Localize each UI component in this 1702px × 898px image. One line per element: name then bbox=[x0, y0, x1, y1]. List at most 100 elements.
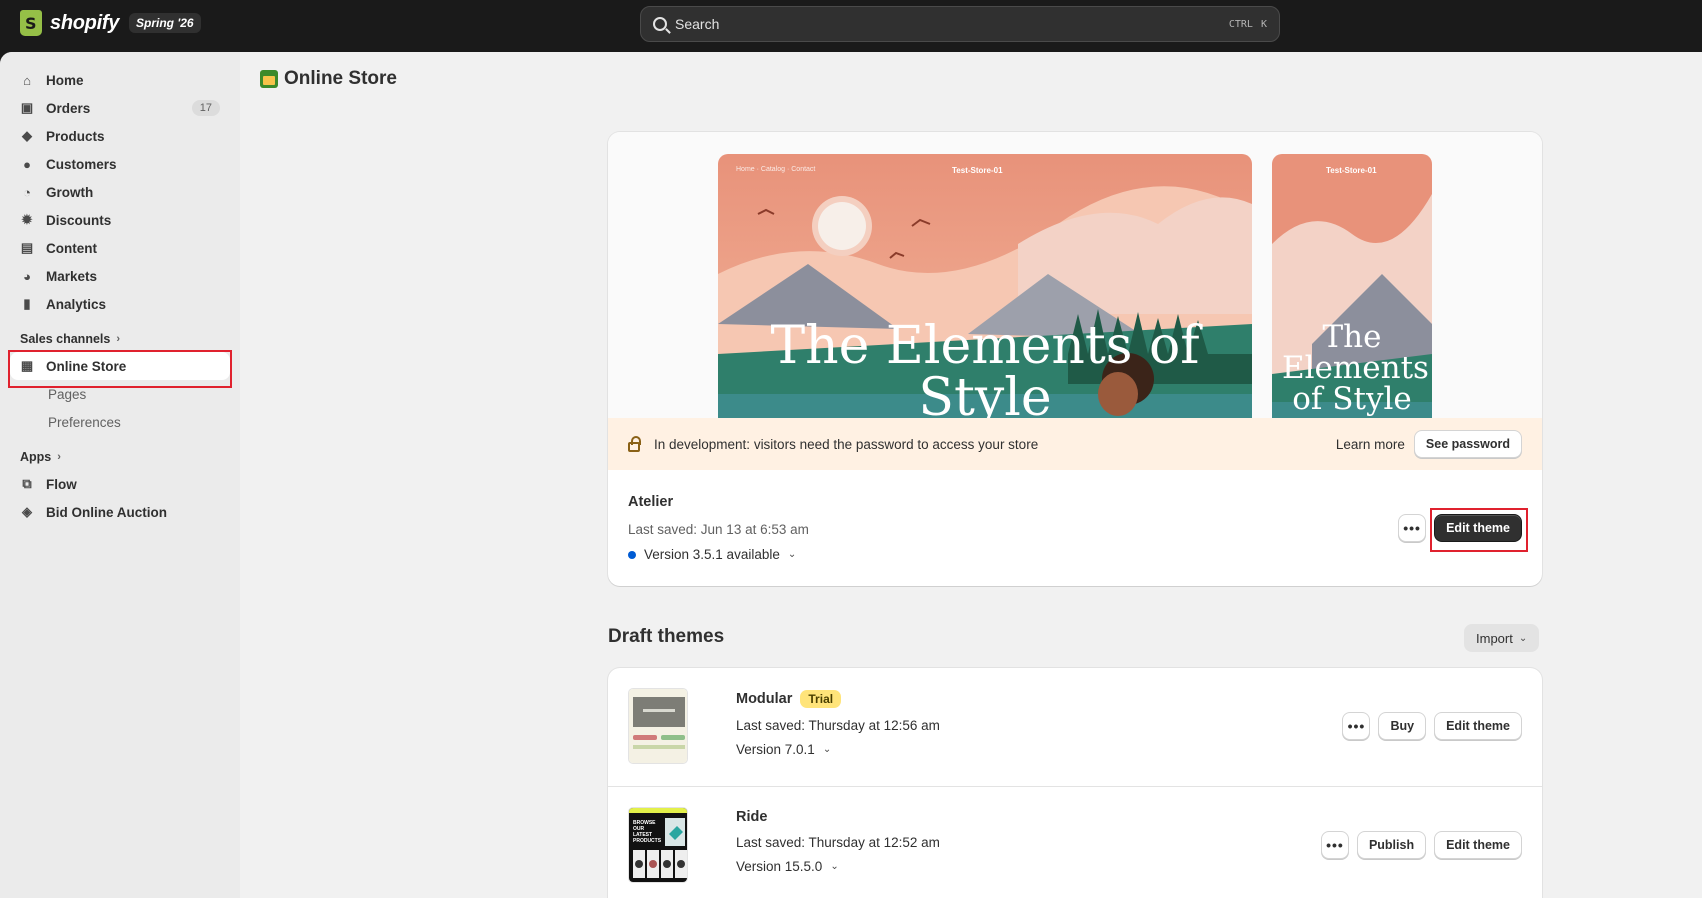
chevron-right-icon: › bbox=[116, 333, 120, 345]
sidebar-item-products[interactable]: ◆ Products bbox=[10, 122, 230, 150]
more-actions-button[interactable]: ••• bbox=[1398, 514, 1427, 542]
chevron-down-icon: ⌄ bbox=[822, 744, 832, 755]
globe-icon: ◕ bbox=[23, 268, 31, 284]
theme-name: Atelier bbox=[628, 494, 674, 510]
sales-channels-heading[interactable]: Sales channels › bbox=[10, 326, 230, 352]
shopify-bag-icon bbox=[20, 10, 42, 36]
sidebar-item-label: Online Store bbox=[46, 358, 127, 374]
version-label: Version 7.0.1 bbox=[736, 742, 815, 757]
home-icon: ⌂ bbox=[23, 72, 31, 88]
tag-icon: ◆ bbox=[22, 128, 32, 143]
sales-channels-label: Sales channels bbox=[20, 332, 111, 346]
theme-preview[interactable]: Home · Catalog · Contact Test-Store-01 T… bbox=[608, 132, 1542, 418]
chart-bar-icon: ▮ bbox=[23, 296, 31, 311]
theme-name: Modular bbox=[736, 691, 793, 707]
live-theme-info: Atelier Last saved: Jun 13 at 6:53 am Ve… bbox=[628, 494, 809, 562]
image-icon: ▤ bbox=[20, 240, 34, 255]
discount-icon: ✹ bbox=[21, 212, 33, 227]
draft-themes-card: Modular Trial Last saved: Thursday at 12… bbox=[608, 668, 1542, 898]
sidebar-subitem-pages[interactable]: Pages bbox=[10, 380, 230, 408]
sidebar-item-home[interactable]: ⌂ Home bbox=[10, 66, 230, 94]
lock-icon bbox=[628, 435, 641, 452]
sidebar-item-markets[interactable]: ◕ Markets bbox=[10, 262, 230, 290]
search-icon bbox=[653, 17, 667, 31]
preview-heading: The Elements of Style bbox=[770, 316, 1200, 418]
buy-button[interactable]: Buy bbox=[1378, 712, 1427, 740]
edit-theme-button[interactable]: Edit theme bbox=[1434, 831, 1522, 859]
ride-thumbnail[interactable]: BROWSE OUR LATEST PRODUCTS bbox=[628, 807, 688, 883]
gauge-icon: ◔ bbox=[23, 184, 31, 200]
version-label: Version 15.5.0 bbox=[736, 859, 823, 874]
person-icon: ● bbox=[23, 156, 31, 172]
more-actions-button[interactable]: ••• bbox=[1320, 831, 1349, 859]
trial-badge: Trial bbox=[800, 690, 842, 708]
page-title-text: Online Store bbox=[284, 68, 397, 89]
sidebar-item-online-store[interactable]: ▦ Online Store bbox=[10, 352, 230, 380]
online-store-icon bbox=[260, 70, 278, 88]
orders-count-badge: 17 bbox=[191, 100, 220, 116]
modular-thumbnail-art bbox=[629, 689, 687, 763]
preview-store-name: Test-Store-01 bbox=[952, 166, 1003, 175]
apps-label: Apps bbox=[20, 450, 52, 464]
sidebar-item-label: Bid Online Auction bbox=[46, 504, 167, 520]
preview-nav-links: Home · Catalog · Contact bbox=[736, 166, 816, 173]
edit-theme-button[interactable]: Edit theme bbox=[1434, 514, 1522, 542]
see-password-button[interactable]: See password bbox=[1413, 430, 1522, 458]
theme-name: Ride bbox=[736, 809, 768, 825]
publish-button[interactable]: Publish bbox=[1356, 831, 1427, 859]
sidebar-item-bid-online-auction[interactable]: ◈ Bid Online Auction bbox=[10, 498, 230, 526]
sidebar-subitem-preferences[interactable]: Preferences bbox=[10, 408, 230, 436]
chevron-down-icon: ⌄ bbox=[830, 861, 839, 872]
edit-theme-button[interactable]: Edit theme bbox=[1434, 712, 1522, 740]
sidebar-item-discounts[interactable]: ✹ Discounts bbox=[10, 206, 230, 234]
sidebar-item-content[interactable]: ▤ Content bbox=[10, 234, 230, 262]
version-dropdown[interactable]: Version 15.5.0 ⌄ bbox=[736, 859, 940, 874]
ride-thumbnail-text: BROWSE OUR LATEST PRODUCTS bbox=[633, 820, 662, 844]
chevron-down-icon: ⌄ bbox=[787, 549, 797, 560]
flow-icon: ⧉ bbox=[22, 476, 32, 491]
sidebar-item-label: Markets bbox=[46, 268, 98, 284]
ride-info: Ride Last saved: Thursday at 12:52 am Ve… bbox=[736, 809, 940, 874]
sidebar-item-label: Analytics bbox=[46, 296, 107, 312]
sidebar-item-label: Orders bbox=[46, 100, 91, 116]
draft-theme-row: Modular Trial Last saved: Thursday at 12… bbox=[608, 668, 1542, 786]
theme-name-row: Modular Trial bbox=[736, 690, 940, 708]
draft-theme-row: BROWSE OUR LATEST PRODUCTS Ride Last sav… bbox=[608, 786, 1542, 898]
ride-actions: ••• Publish Edit theme bbox=[1320, 831, 1522, 859]
draft-themes-title: Draft themes bbox=[608, 626, 725, 647]
live-theme-card: Home · Catalog · Contact Test-Store-01 T… bbox=[608, 132, 1542, 586]
sidebar-item-orders[interactable]: ▣ Orders 17 bbox=[10, 94, 230, 122]
more-actions-button[interactable]: ••• bbox=[1342, 712, 1371, 740]
search-placeholder: Search bbox=[675, 16, 720, 32]
learn-more-link[interactable]: Learn more bbox=[1336, 437, 1405, 452]
sidebar-item-label: Discounts bbox=[46, 212, 112, 228]
chevron-right-icon: › bbox=[57, 451, 61, 463]
storefront-icon: ▦ bbox=[20, 358, 34, 373]
edition-badge[interactable]: Spring '26 bbox=[129, 13, 201, 33]
modular-actions: ••• Buy Edit theme bbox=[1342, 712, 1522, 740]
chevron-down-icon: ⌄ bbox=[1518, 632, 1528, 644]
modular-thumbnail[interactable] bbox=[628, 688, 688, 764]
last-saved: Last saved: Jun 13 at 6:53 am bbox=[628, 522, 809, 537]
shortcut-k: K bbox=[1260, 18, 1267, 30]
sidebar-item-label: Customers bbox=[46, 156, 117, 172]
version-dropdown[interactable]: Version 7.0.1 ⌄ bbox=[736, 742, 940, 757]
apps-heading[interactable]: Apps › bbox=[10, 444, 230, 470]
sidebar-item-label: Content bbox=[46, 240, 97, 256]
admin-frame: ⌂ Home ▣ Orders 17 ◆ Products ● Customer… bbox=[0, 52, 1702, 898]
sidebar-item-label: Growth bbox=[46, 184, 94, 200]
shopify-logo[interactable]: shopify Spring '26 bbox=[20, 10, 201, 36]
sidebar-item-analytics[interactable]: ▮ Analytics bbox=[10, 290, 230, 318]
version-label: Version 3.5.1 available bbox=[644, 547, 780, 562]
sidebar-item-flow[interactable]: ⧉ Flow bbox=[10, 470, 230, 498]
update-dot-icon bbox=[628, 550, 636, 559]
search-bar[interactable]: Search CTRL K bbox=[640, 6, 1280, 42]
sidebar-item-customers[interactable]: ● Customers bbox=[10, 150, 230, 178]
sidebar-item-growth[interactable]: ◔ Growth bbox=[10, 178, 230, 206]
inbox-icon: ▣ bbox=[20, 100, 34, 115]
import-label: Import bbox=[1476, 630, 1513, 646]
sidebar-item-label: Products bbox=[46, 128, 105, 144]
import-button[interactable]: Import ⌄ bbox=[1464, 624, 1540, 652]
version-dropdown[interactable]: Version 3.5.1 available ⌄ bbox=[628, 547, 809, 562]
auction-icon: ◈ bbox=[22, 504, 32, 519]
